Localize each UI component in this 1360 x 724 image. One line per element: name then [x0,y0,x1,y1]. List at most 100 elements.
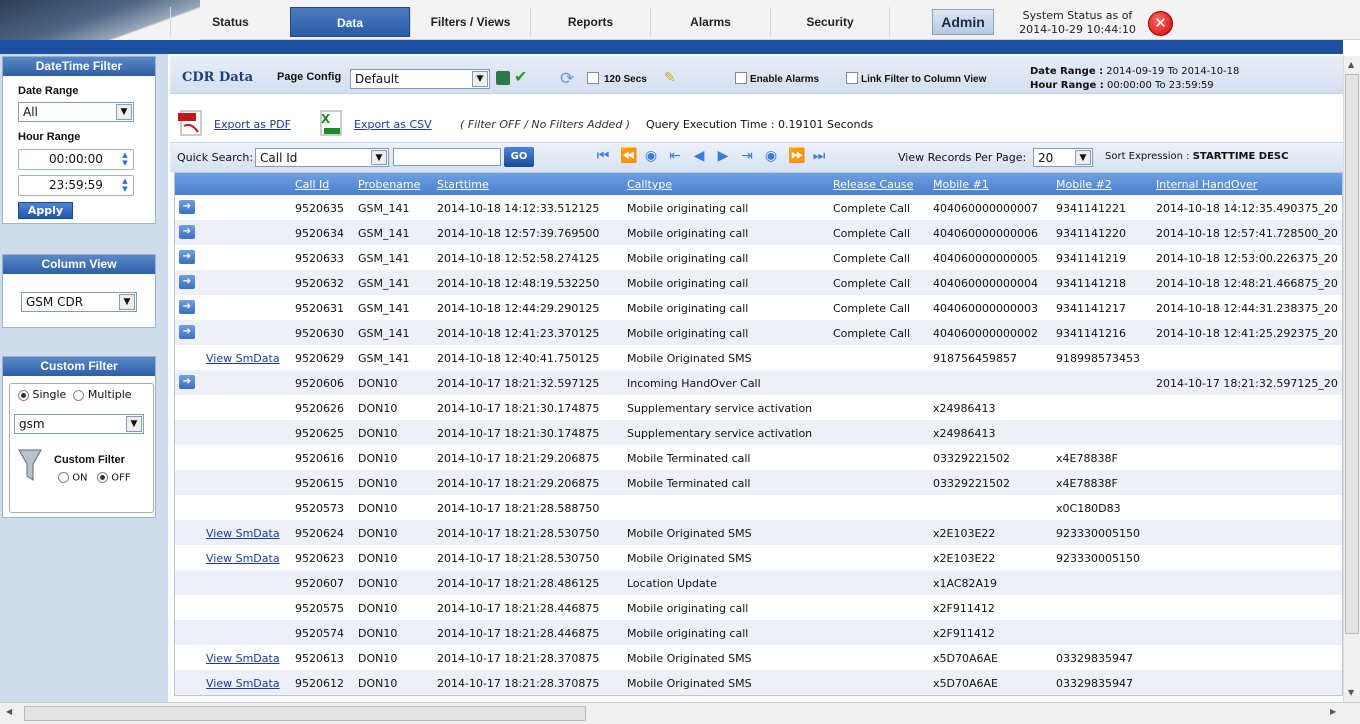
apply-button[interactable]: Apply [18,202,73,219]
table-row[interactable]: ➔ 9520630 GSM_141 2014-10-18 12:41:23.37012… [175,320,1342,345]
chevron-down-icon[interactable]: ▼ [472,71,488,87]
col-mobile-2[interactable]: Mobile #2 [1056,178,1112,191]
table-row[interactable]: ➔ 9520631 GSM_141 2014-10-18 12:44:29.29012… [175,295,1342,320]
row-smdata-link[interactable]: View SmData [206,652,280,665]
export-csv-link[interactable]: Export as CSV [354,118,432,131]
refresh-checkbox[interactable] [587,72,599,84]
table-row[interactable]: ➔ 9520632 GSM_141 2014-10-18 12:48:19.53225… [175,270,1342,295]
page-u-icon[interactable]: ◉ [764,149,778,163]
last-page-icon[interactable]: ⏭ [812,149,826,163]
table-row[interactable]: View SmData 9520624 DON10 2014-10-17 18:21:… [175,520,1342,545]
tab-data[interactable]: Data [290,7,410,37]
row-smdata-link[interactable]: View SmData [206,552,280,565]
chevron-down-icon[interactable]: ▼ [371,150,387,165]
off-radio[interactable] [97,472,109,483]
col-release-cause[interactable]: Release Cause [833,178,913,191]
quick-search-input[interactable] [393,148,501,166]
multiple-radio[interactable] [73,389,85,401]
next-10-icon[interactable]: ⇥ [740,149,754,163]
row-detail-icon[interactable]: ➔ [179,275,195,289]
horizontal-scroll-thumb[interactable] [24,706,586,721]
refresh-icon[interactable]: ⟳ [560,69,574,89]
table-row[interactable]: 9520575 DON10 2014-10-17 18:21:28.446875 Mo… [175,595,1342,620]
custom-filter-select[interactable]: gsm ▼ [14,414,144,434]
table-row[interactable]: View SmData 9520612 DON10 2014-10-17 18:21:… [175,670,1342,695]
chevron-down-icon[interactable]: ▼ [119,294,135,310]
table-row[interactable]: View SmData 9520629 GSM_141 2014-10-18 12:4… [175,345,1342,370]
on-radio[interactable] [58,472,69,483]
table-row[interactable]: 9520573 DON10 2014-10-17 18:21:28.588750 x0… [175,495,1342,520]
table-row[interactable]: 9520625 DON10 2014-10-17 18:21:30.174875 Su… [175,420,1342,445]
col-internal-handover[interactable]: Internal HandOver [1156,178,1257,191]
table-row[interactable]: ➔ 9520633 GSM_141 2014-10-18 12:52:58.27412… [175,245,1342,270]
scroll-down-icon[interactable]: ▼ [1348,688,1354,697]
apply-config-icon[interactable]: ✔ [514,67,527,86]
table-row[interactable]: View SmData 9520613 DON10 2014-10-17 18:21:… [175,645,1342,670]
pdf-icon[interactable] [178,110,204,136]
export-pdf-link[interactable]: Export as PDF [214,118,291,131]
vertical-scrollbar[interactable]: ▲ ▼ [1343,56,1360,702]
table-row[interactable]: 9520607 DON10 2014-10-17 18:21:28.486125 Lo… [175,570,1342,595]
row-detail-icon[interactable]: ➔ [179,300,195,314]
from-time-input[interactable]: 00:00:00 ▲ ▼ [18,149,134,170]
table-row[interactable]: 9520574 DON10 2014-10-17 18:21:28.446875 Mo… [175,620,1342,645]
chevron-down-icon[interactable]: ▼ [1075,150,1091,165]
table-row[interactable]: 9520616 DON10 2014-10-17 18:21:29.206875 Mo… [175,445,1342,470]
col-calltype[interactable]: Calltype [627,178,672,191]
tab-filters-views[interactable]: Filters / Views [410,7,530,37]
prev-10-icon[interactable]: ⇤ [668,149,682,163]
row-smdata-link[interactable]: View SmData [206,352,280,365]
scroll-left-icon[interactable]: ◀ [6,707,12,716]
first-page-icon[interactable]: ⏮ [596,149,610,163]
spinner-icon[interactable]: ▲ ▼ [119,177,131,193]
row-detail-icon[interactable]: ➔ [179,250,195,264]
link-filter-checkbox[interactable] [846,72,858,84]
per-page-select[interactable]: 20 ▼ [1033,148,1093,167]
chevron-down-icon[interactable]: ▼ [116,104,132,120]
page-d-icon[interactable]: ◉ [644,149,658,163]
col-call-id[interactable]: Call Id [295,178,329,191]
horizontal-scrollbar[interactable]: ◀ ▶ [0,702,1360,724]
row-detail-icon[interactable]: ➔ [179,325,195,339]
col-starttime[interactable]: Starttime [437,178,489,191]
table-row[interactable]: 9520615 DON10 2014-10-17 18:21:29.206875 Mo… [175,470,1342,495]
date-range-select[interactable]: All ▼ [18,102,134,122]
col-mobile-1[interactable]: Mobile #1 [933,178,989,191]
spinner-icon[interactable]: ▲ ▼ [119,151,131,167]
vertical-scroll-thumb[interactable] [1345,74,1359,634]
scroll-right-icon[interactable]: ▶ [1330,707,1336,716]
csv-icon[interactable]: X [318,110,344,136]
row-smdata-link[interactable]: View SmData [206,677,280,690]
tab-reports[interactable]: Reports [530,7,650,37]
quick-search-field-select[interactable]: Call Id ▼ [255,148,389,167]
tab-status[interactable]: Status [170,7,290,37]
chevron-down-icon[interactable]: ▼ [126,416,142,432]
page-config-select[interactable]: Default ▼ [350,69,490,89]
prev-block-icon[interactable]: ⏪ [620,149,637,163]
single-radio[interactable] [18,389,29,401]
enable-alarms-checkbox[interactable] [735,72,747,84]
edit-icon[interactable]: ✎ [664,70,676,86]
next-block-icon[interactable]: ⏩ [788,149,805,163]
save-icon[interactable] [496,71,510,85]
next-page-icon[interactable]: ▶ [716,149,730,163]
tab-security[interactable]: Security [770,7,890,37]
row-detail-icon[interactable]: ➔ [179,375,195,389]
row-smdata-link[interactable]: View SmData [206,527,280,540]
to-time-input[interactable]: 23:59:59 ▲ ▼ [18,175,134,196]
table-row[interactable]: ➔ 9520635 GSM_141 2014-10-18 14:12:33.51212… [175,195,1342,220]
table-row[interactable]: ➔ 9520606 DON10 2014-10-17 18:21:32.597125 I… [175,370,1342,395]
prev-page-icon[interactable]: ◀ [692,149,706,163]
close-icon[interactable]: ✕ [1148,11,1173,36]
row-detail-icon[interactable]: ➔ [179,225,195,239]
table-row[interactable]: View SmData 9520623 DON10 2014-10-17 18:21:… [175,545,1342,570]
admin-button[interactable]: Admin [932,9,994,35]
column-view-select[interactable]: GSM CDR ▼ [21,292,137,312]
go-button[interactable]: GO [504,147,534,167]
col-probename[interactable]: Probename [358,178,420,191]
table-row[interactable]: 9520626 DON10 2014-10-17 18:21:30.174875 Su… [175,395,1342,420]
scroll-up-icon[interactable]: ▲ [1348,60,1354,69]
table-row[interactable]: ➔ 9520634 GSM_141 2014-10-18 12:57:39.76950… [175,220,1342,245]
row-detail-icon[interactable]: ➔ [179,200,195,214]
tab-alarms[interactable]: Alarms [650,7,770,37]
